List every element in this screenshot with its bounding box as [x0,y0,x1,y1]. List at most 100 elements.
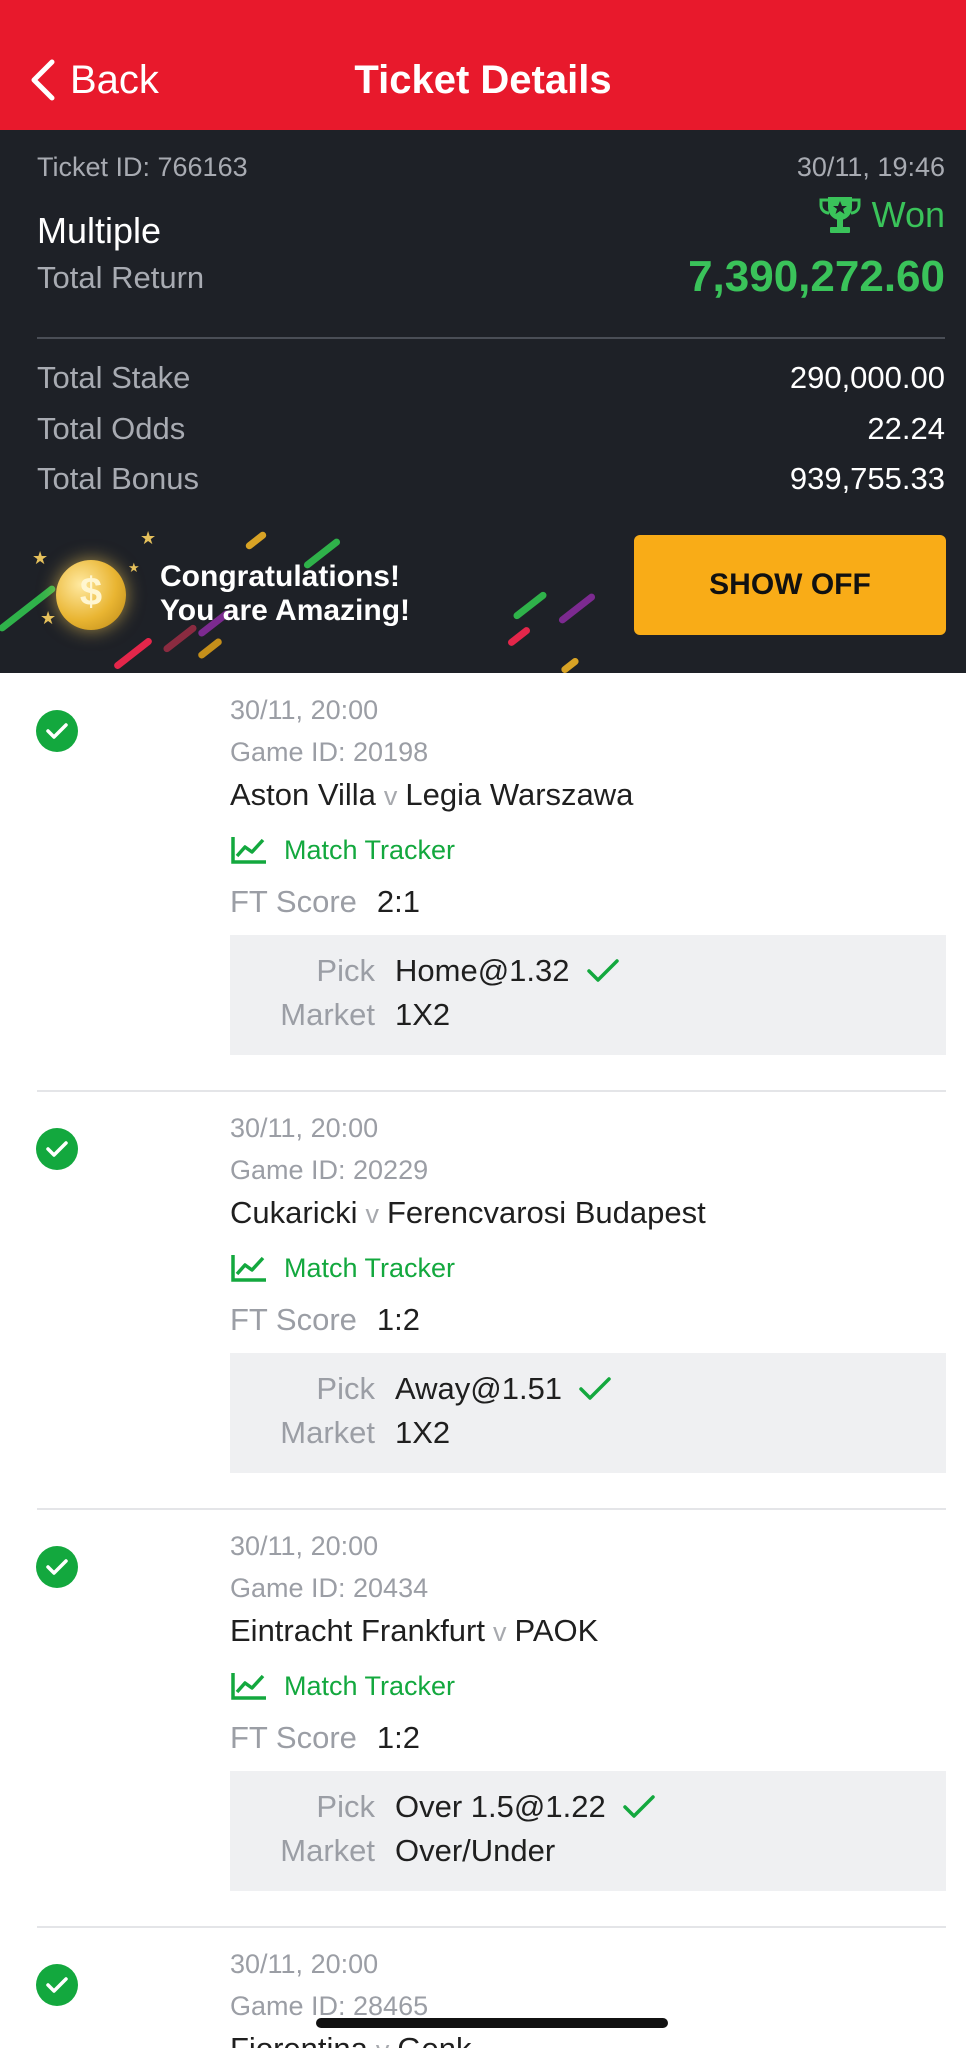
show-off-button[interactable]: SHOW OFF [634,535,946,635]
ft-score-label: FT Score [230,1302,357,1337]
check-circle-icon [36,710,78,752]
divider [37,1090,946,1092]
match-tracker-link[interactable]: Match Tracker [230,825,946,875]
ft-score-value: 1:2 [376,1302,421,1337]
game-id: Game ID: 20434 [230,1573,429,1603]
pick-row: Pick Home@1.32 [230,953,946,989]
market-value: 1X2 [395,1415,451,1450]
selection-details: 30/11, 20:00 Game ID: 20434 Eintracht Fr… [230,1531,946,1765]
vs-label: v [383,781,398,811]
pick-label: Pick [316,953,375,988]
page-title: Ticket Details [354,58,612,102]
total-odds-row: Total Odds 22.24 [37,411,945,447]
ft-score-label: FT Score [230,884,357,919]
ticket-meta-row: Ticket ID: 766163 30/11, 19:46 [37,152,945,183]
congrats-line2: You are Amazing! [160,594,411,627]
home-team: Aston Villa [230,777,376,812]
market-value: 1X2 [395,997,451,1032]
away-team: PAOK [514,1613,599,1648]
away-team: Ferencvarosi Budapest [386,1195,706,1230]
pick-row: Pick Over 1.5@1.22 [230,1789,946,1825]
chart-line-icon [231,1255,266,1282]
status-label: Won [871,194,945,235]
match-date: 30/11, 20:00 [230,1113,379,1143]
match-teams: Eintracht Frankfurt v PAOK [230,1613,946,1661]
match-tracker-label: Match Tracker [284,1252,456,1283]
total-bonus-row: Total Bonus 939,755.33 [37,461,945,497]
match-teams: Cukaricki v Ferencvarosi Budapest [230,1195,946,1243]
chart-line-icon [231,837,266,864]
market-value: Over/Under [395,1833,556,1868]
pick-box: Pick Home@1.32 Market 1X2 [230,935,946,1055]
vs-label: v [376,2035,390,2048]
checkmark-icon [622,1795,655,1818]
check-circle-icon [36,1128,78,1170]
home-indicator [316,2018,668,2028]
pick-row: Pick Away@1.51 [230,1371,946,1407]
star-icon: ★ [128,560,140,575]
home-team: Cukaricki [230,1195,358,1230]
market-row: Market 1X2 [230,997,946,1033]
chart-line-icon [231,1673,266,1700]
bet-type: Multiple [37,210,162,251]
check-circle-icon [36,1546,78,1588]
trophy-icon [819,197,861,233]
vs-label: v [365,1199,379,1229]
market-row: Market Over/Under [230,1833,946,1869]
match-date: 30/11, 20:00 [230,1949,379,1979]
home-team: Fiorentina [230,2031,368,2048]
pick-value: Away@1.51 [395,1371,563,1406]
selection-item: 30/11, 20:00 Game ID: 28465 FiorentinavG… [0,1927,966,2048]
star-icon: ★ [40,608,57,628]
checkmark-icon [586,959,619,982]
match-teams: Aston Villa v Legia Warszawa [230,777,946,825]
game-id: Game ID: 20229 [230,1155,429,1185]
match-teams: Fiorentina v Genk [230,2031,946,2048]
match-date: 30/11, 20:00 [230,695,379,725]
pick-label: Pick [316,1371,375,1406]
total-odds-label: Total Odds [37,411,186,446]
star-icon: ★ [140,528,157,548]
checkmark-icon [579,1377,611,1400]
ft-score-row: FT Score 1:2 [230,1711,946,1765]
total-bonus-value: 939,755.33 [789,461,945,496]
ticket-time: 30/11, 19:46 [796,152,945,182]
vs-label: v [492,1617,507,1647]
match-tracker-label: Match Tracker [284,1670,456,1701]
divider [37,337,945,339]
match-tracker-link[interactable]: Match Tracker [230,1661,946,1711]
ft-score-value: 1:2 [376,1720,421,1755]
header-bar: Back Ticket Details [0,0,966,130]
total-odds-value: 22.24 [867,411,945,446]
total-stake-label: Total Stake [37,360,191,395]
market-row: Market 1X2 [230,1415,946,1451]
selection-details: 30/11, 20:00 Game ID: 20198 Aston Villa v… [230,695,946,929]
market-label: Market [280,1415,375,1450]
selection-details: 30/11, 20:00 Game ID: 28465 FiorentinavG… [230,1949,946,2048]
star-icon: ★ [32,548,49,568]
ft-score-row: FT Score 2:1 [230,875,946,929]
ticket-id: Ticket ID: 766163 [37,152,248,182]
away-team: Legia Warszawa [405,777,634,812]
pick-value: Over 1.5@1.22 [395,1789,606,1824]
selection-details: 30/11, 20:00 Game ID: 20229 Cukaricki v Fe… [230,1113,946,1347]
total-return-value: 7,390,272.60 [688,252,945,301]
ft-score-row: FT Score 1:2 [230,1293,946,1347]
congrats-message: Congratulations! You are Amazing! [160,560,410,628]
market-label: Market [280,1833,375,1868]
game-id: Game ID: 20198 [230,737,429,767]
coin-icon: $ [56,560,126,630]
match-tracker-link[interactable]: Match Tracker [230,1243,946,1293]
check-circle-icon [36,1964,78,2006]
match-tracker-label: Match Tracker [284,834,456,865]
match-date: 30/11, 20:00 [230,1531,379,1561]
away-team: Genk [397,2031,471,2048]
market-label: Market [280,997,375,1032]
total-return-label: Total Return [37,260,205,295]
total-stake-value: 290,000.00 [789,360,945,395]
divider [37,1508,946,1510]
status-badge: Won [818,194,945,236]
total-bonus-label: Total Bonus [37,461,199,496]
home-team: Eintracht Frankfurt [230,1613,485,1648]
ft-score-value: 2:1 [376,884,421,919]
